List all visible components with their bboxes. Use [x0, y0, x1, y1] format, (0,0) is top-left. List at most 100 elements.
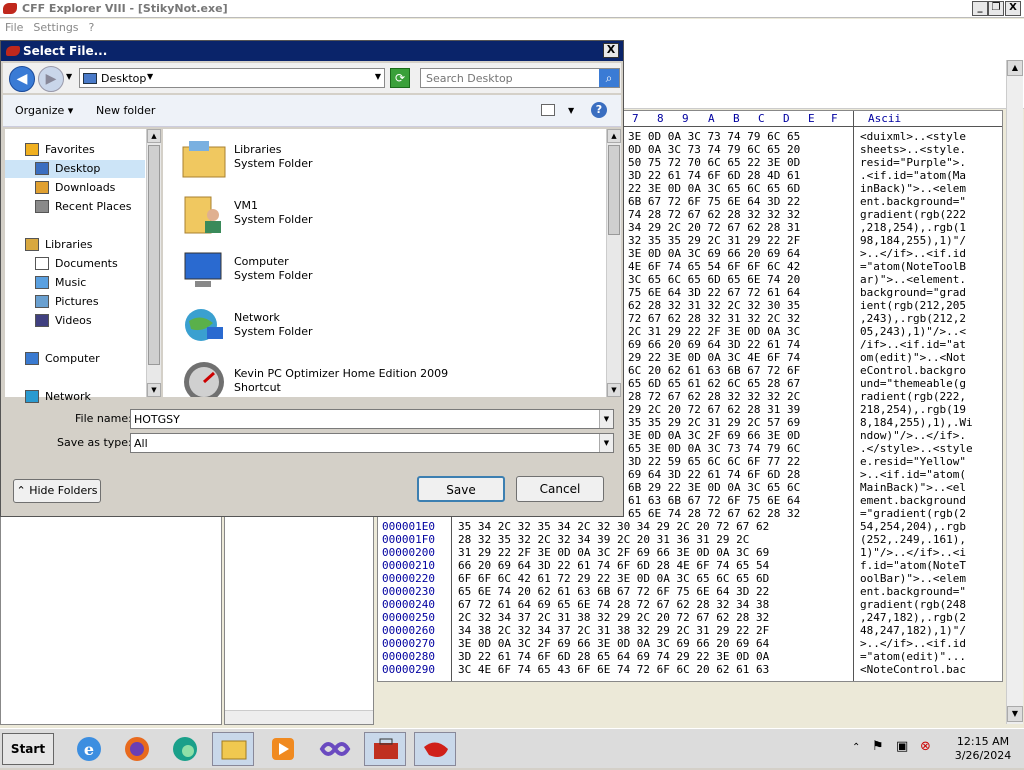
cff-explorer-icon[interactable]: [414, 732, 456, 766]
view-dropdown-icon[interactable]: ▼: [568, 106, 574, 115]
hex-row[interactable]: 00000290 3C 4E 6F 74 65 43 6F 6E 74 72 6F…: [378, 663, 1002, 676]
hex-row[interactable]: 00000260 34 38 2C 32 34 37 2C 31 38 32 29…: [378, 624, 1002, 637]
new-folder-button[interactable]: New folder: [96, 104, 155, 117]
forward-button[interactable]: ▶: [38, 66, 64, 92]
nav-item-recent-places[interactable]: Recent Places: [5, 198, 145, 216]
ascii-text: ient(rgb(212,205: [860, 299, 966, 312]
hex-row[interactable]: 00000240 67 72 61 64 69 65 6E 74 28 72 67…: [378, 598, 1002, 611]
hex-row[interactable]: 000001E0 35 34 2C 32 35 34 2C 32 30 34 29…: [378, 520, 1002, 533]
toolbox-icon[interactable]: [364, 732, 406, 766]
nav-item-music[interactable]: Music: [5, 274, 145, 292]
action-center-flag-icon[interactable]: ⚑: [872, 739, 884, 754]
media-player-icon[interactable]: [262, 732, 304, 766]
volume-muted-icon[interactable]: ⊗: [920, 739, 931, 754]
history-dropdown-icon[interactable]: ▼: [66, 72, 72, 81]
hex-bytes: 29 2C 20 72 67 62 28 31 39: [628, 403, 801, 416]
navigation-pane: Favorites Desktop Downloads Recent Places Li…: [5, 129, 161, 403]
hex-row[interactable]: 000001F0 28 32 35 32 2C 32 34 39 2C 20 31…: [378, 533, 1002, 546]
nav-item-videos[interactable]: Videos: [5, 312, 145, 330]
file-item[interactable]: Libraries System Folder: [181, 135, 481, 187]
network-status-icon[interactable]: ▣: [896, 739, 908, 754]
start-button[interactable]: Start: [2, 733, 54, 765]
address-bar[interactable]: Desktop ▼ ▼: [79, 68, 385, 88]
edge-icon[interactable]: [164, 732, 206, 766]
nav-item-documents[interactable]: Documents: [5, 255, 145, 273]
nav-scrollbar[interactable]: ▲ ▼: [146, 129, 161, 397]
menu-settings[interactable]: Settings: [28, 19, 83, 36]
scroll-down-arrow[interactable]: ▼: [1007, 706, 1023, 722]
user-folder-icon: [181, 191, 227, 237]
address-dropdown-icon[interactable]: ▼: [375, 72, 381, 81]
ascii-text: ,218,254),.rgb(1: [860, 221, 966, 234]
nav-item-favorites[interactable]: Favorites: [5, 141, 145, 159]
file-explorer-icon[interactable]: [212, 732, 254, 766]
hex-bytes: 6B 29 22 3E 0D 0A 3C 65 6C: [628, 481, 801, 494]
nav-item-label: Favorites: [45, 143, 95, 156]
nav-item-computer[interactable]: Computer: [5, 350, 145, 368]
tree-pane[interactable]: [0, 515, 222, 725]
file-name-input[interactable]: [131, 410, 599, 428]
hex-row[interactable]: 00000230 65 6E 74 20 62 61 63 6B 67 72 6F…: [378, 585, 1002, 598]
file-item[interactable]: Computer System Folder: [181, 247, 481, 299]
search-icon[interactable]: ⌕: [599, 69, 619, 87]
list-horizontal-scrollbar[interactable]: [225, 710, 373, 724]
list-pane[interactable]: [224, 515, 374, 725]
hex-offset: 00000250: [382, 611, 435, 624]
title-bar: CFF Explorer VIII - [StikyNot.exe] _ ❐ X: [0, 0, 1024, 18]
internet-explorer-icon[interactable]: e: [68, 732, 110, 766]
file-scroll-down[interactable]: ▼: [607, 383, 621, 397]
save-type-value: All: [134, 437, 148, 450]
file-name-dropdown-icon[interactable]: ▼: [599, 410, 613, 428]
nav-scroll-up[interactable]: ▲: [147, 129, 161, 143]
cancel-button[interactable]: Cancel: [516, 476, 604, 502]
back-button[interactable]: ◀: [9, 66, 35, 92]
hex-offset: 00000240: [382, 598, 435, 611]
file-scrollbar[interactable]: ▲ ▼: [606, 129, 621, 397]
file-item[interactable]: VM1 System Folder: [181, 191, 481, 243]
nav-item-network[interactable]: Network: [5, 388, 145, 406]
scroll-up-arrow[interactable]: ▲: [1007, 60, 1023, 76]
close-button[interactable]: X: [1005, 1, 1021, 16]
nav-item-downloads[interactable]: Downloads: [5, 179, 145, 197]
file-scroll-up[interactable]: ▲: [607, 129, 621, 143]
search-input[interactable]: [421, 69, 599, 87]
ascii-text: <duixml>..<style: [860, 130, 966, 143]
address-crumb-dropdown-icon[interactable]: ▼: [147, 72, 153, 81]
minimize-button[interactable]: _: [972, 1, 988, 16]
nav-item-desktop[interactable]: Desktop: [5, 160, 145, 178]
pictures-icon: [35, 295, 49, 308]
nav-scroll-thumb[interactable]: [148, 145, 160, 365]
hex-row[interactable]: 00000270 3E 0D 0A 3C 2F 69 66 3E 0D 0A 3C…: [378, 637, 1002, 650]
restore-button[interactable]: ❐: [988, 1, 1004, 16]
view-options-icon[interactable]: [541, 104, 555, 116]
refresh-button[interactable]: ⟳: [390, 68, 410, 88]
hex-row[interactable]: 00000280 3D 22 61 74 6F 6D 28 65 64 69 74…: [378, 650, 1002, 663]
ascii-text: ="atom(edit)"...: [860, 650, 966, 663]
save-type-dropdown-icon[interactable]: ▼: [599, 434, 613, 452]
visual-studio-icon[interactable]: [314, 732, 356, 766]
ascii-text: ,243),.rgb(212,2: [860, 312, 966, 325]
menu-help[interactable]: ?: [84, 19, 100, 36]
save-type-select[interactable]: All ▼: [130, 433, 614, 453]
nav-item-libraries[interactable]: Libraries: [5, 236, 145, 254]
help-button[interactable]: ?: [591, 102, 607, 118]
hex-row[interactable]: 00000250 2C 32 34 37 2C 31 38 32 29 2C 20…: [378, 611, 1002, 624]
clock[interactable]: 12:15 AM 3/26/2024: [946, 735, 1020, 763]
file-item[interactable]: Network System Folder: [181, 303, 481, 355]
save-button[interactable]: Save: [417, 476, 505, 502]
hex-row[interactable]: 00000220 6F 6F 6C 42 61 72 29 22 3E 0D 0A…: [378, 572, 1002, 585]
organize-button[interactable]: Organize ▾: [15, 104, 73, 117]
hex-row[interactable]: 00000200 31 29 22 2F 3E 0D 0A 3C 2F 69 66…: [378, 546, 1002, 559]
nav-scroll-down[interactable]: ▼: [147, 383, 161, 397]
file-item[interactable]: Kevin PC Optimizer Home Edition 2009 Shor…: [181, 359, 481, 397]
nav-item-pictures[interactable]: Pictures: [5, 293, 145, 311]
main-vertical-scrollbar[interactable]: ▲ ▼: [1006, 60, 1023, 724]
file-scroll-thumb[interactable]: [608, 145, 620, 235]
show-hidden-icons-icon[interactable]: ⌃: [852, 742, 860, 753]
menu-file[interactable]: File: [0, 19, 28, 36]
dialog-close-button[interactable]: X: [603, 43, 619, 58]
hex-row[interactable]: 00000210 66 20 69 64 3D 22 61 74 6F 6D 28…: [378, 559, 1002, 572]
firefox-icon[interactable]: [116, 732, 158, 766]
hide-folders-button[interactable]: ⌃ Hide Folders: [13, 479, 101, 503]
window-title: CFF Explorer VIII - [StikyNot.exe]: [22, 2, 228, 15]
